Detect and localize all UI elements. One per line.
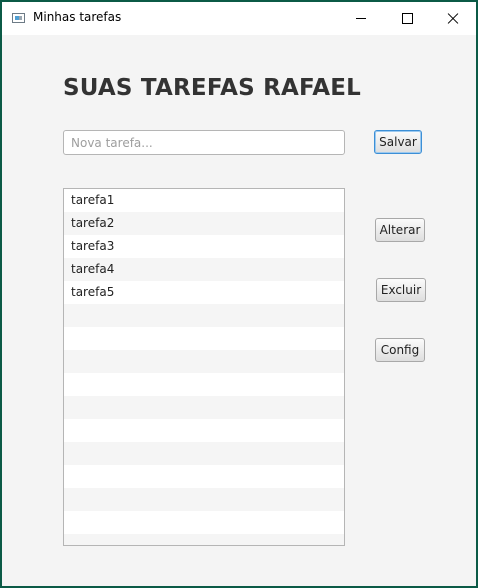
empty-list-row: [64, 465, 344, 488]
close-button[interactable]: [430, 2, 476, 35]
list-item[interactable]: tarefa3: [64, 235, 344, 258]
title-bar[interactable]: Minhas tarefas: [2, 2, 476, 35]
alter-button[interactable]: Alterar: [375, 218, 425, 242]
close-icon: [447, 13, 459, 25]
maximize-icon: [401, 13, 413, 24]
list-item[interactable]: tarefa5: [64, 281, 344, 304]
maximize-button[interactable]: [384, 2, 430, 35]
empty-list-row: [64, 511, 344, 534]
new-task-input[interactable]: [63, 130, 345, 155]
minimize-button[interactable]: [338, 2, 384, 35]
empty-list-row: [64, 534, 344, 545]
empty-list-row: [64, 396, 344, 419]
list-item[interactable]: tarefa1: [64, 189, 344, 212]
minimize-icon: [356, 18, 366, 19]
app-window-icon: [12, 13, 25, 23]
delete-button[interactable]: Excluir: [376, 278, 426, 302]
list-item[interactable]: tarefa4: [64, 258, 344, 281]
window-title: Minhas tarefas: [33, 10, 122, 24]
empty-list-row: [64, 304, 344, 327]
task-list[interactable]: tarefa1 tarefa2 tarefa3 tarefa4 tarefa5: [63, 188, 345, 546]
config-button[interactable]: Config: [375, 338, 425, 362]
page-title: SUAS TAREFAS RAFAEL: [63, 75, 362, 101]
empty-list-row: [64, 442, 344, 465]
empty-list-row: [64, 350, 344, 373]
empty-list-row: [64, 488, 344, 511]
empty-list-row: [64, 327, 344, 350]
list-item[interactable]: tarefa2: [64, 212, 344, 235]
app-window: Minhas tarefas SUAS TAREFAS RAFAEL Salva…: [0, 0, 478, 588]
save-button[interactable]: Salvar: [374, 130, 422, 154]
empty-list-row: [64, 373, 344, 396]
empty-list-row: [64, 419, 344, 442]
